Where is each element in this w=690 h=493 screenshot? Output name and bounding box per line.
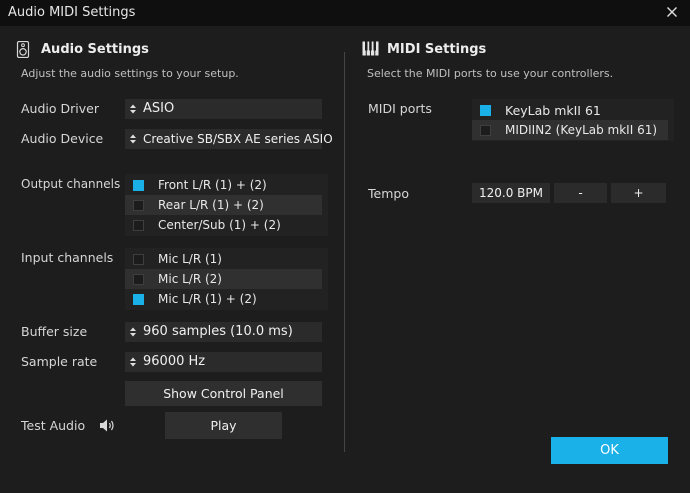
piano-keys-icon <box>362 41 379 56</box>
midi-settings-subtitle: Select the MIDI ports to use your contro… <box>367 67 614 80</box>
output-channel-checkbox-3[interactable] <box>133 220 144 231</box>
output-channel-row[interactable]: Rear L/R (1) + (2) <box>125 195 322 215</box>
audio-driver-label: Audio Driver <box>21 101 99 116</box>
buffer-size-label: Buffer size <box>21 324 88 339</box>
play-button[interactable]: Play <box>165 412 282 439</box>
section-divider <box>344 52 345 452</box>
show-control-panel-button[interactable]: Show Control Panel <box>125 381 322 406</box>
input-channels-label: Input channels <box>21 250 114 265</box>
updown-arrows-icon <box>130 327 136 337</box>
output-channel-row[interactable]: Front L/R (1) + (2) <box>125 175 322 195</box>
input-channel-label-1: Mic L/R (1) <box>158 252 222 266</box>
title-bar: Audio MIDI Settings <box>0 0 690 26</box>
midi-port-label-1: KeyLab mkII 61 <box>505 103 601 118</box>
tempo-increase-button[interactable]: + <box>611 183 666 203</box>
ok-button[interactable]: OK <box>551 437 668 464</box>
input-channel-row[interactable]: Mic L/R (2) <box>125 269 322 289</box>
tempo-label: Tempo <box>368 186 409 201</box>
tempo-value-field[interactable]: 120.0 BPM <box>472 183 550 203</box>
output-channel-label-2: Rear L/R (1) + (2) <box>158 198 264 212</box>
test-audio-label: Test Audio <box>21 418 86 433</box>
output-channels-list: Front L/R (1) + (2) Rear L/R (1) + (2) C… <box>125 174 328 236</box>
speaker-volume-icon <box>100 419 114 432</box>
input-channel-checkbox-2[interactable] <box>133 274 144 285</box>
input-channel-row[interactable]: Mic L/R (1) <box>125 249 322 269</box>
audio-device-value: Creative SB/SBX AE series ASIO <box>143 132 333 146</box>
updown-arrows-icon <box>130 104 136 114</box>
close-icon[interactable] <box>662 2 682 22</box>
sample-rate-value: 96000 Hz <box>143 354 206 369</box>
input-channel-checkbox-3[interactable] <box>133 294 144 305</box>
sample-rate-label: Sample rate <box>21 354 98 369</box>
output-channel-label-3: Center/Sub (1) + (2) <box>158 218 281 232</box>
audio-driver-select[interactable]: ASIO <box>125 99 322 119</box>
midi-port-row[interactable]: KeyLab mkII 61 <box>472 100 668 120</box>
midi-port-row[interactable]: MIDIIN2 (KeyLab mkII 61) <box>472 120 668 140</box>
input-channel-label-3: Mic L/R (1) + (2) <box>158 292 257 306</box>
input-channel-checkbox-1[interactable] <box>133 254 144 265</box>
output-channels-label: Output channels <box>21 177 121 191</box>
midi-port-label-2: MIDIIN2 (KeyLab mkII 61) <box>505 123 658 137</box>
output-channel-row[interactable]: Center/Sub (1) + (2) <box>125 215 322 235</box>
updown-arrows-icon <box>130 357 136 367</box>
output-channel-checkbox-2[interactable] <box>133 200 144 211</box>
input-channel-label-2: Mic L/R (2) <box>158 272 222 286</box>
midi-settings-heading: MIDI Settings <box>387 42 487 57</box>
audio-device-label: Audio Device <box>21 131 104 146</box>
midi-ports-list: KeyLab mkII 61 MIDIIN2 (KeyLab mkII 61) <box>472 99 674 141</box>
audio-settings-subtitle: Adjust the audio settings to your setup. <box>21 67 239 80</box>
tempo-decrease-button[interactable]: - <box>554 183 607 203</box>
midi-ports-label: MIDI ports <box>368 101 432 116</box>
buffer-size-select[interactable]: 960 samples (10.0 ms) <box>125 322 322 342</box>
output-channel-label-1: Front L/R (1) + (2) <box>158 178 267 192</box>
audio-device-select[interactable]: Creative SB/SBX AE series ASIO <box>125 129 333 149</box>
buffer-size-value: 960 samples (10.0 ms) <box>143 324 293 339</box>
speaker-icon <box>16 41 30 58</box>
audio-driver-value: ASIO <box>143 101 175 116</box>
input-channel-row[interactable]: Mic L/R (1) + (2) <box>125 289 322 309</box>
input-channels-list: Mic L/R (1) Mic L/R (2) Mic L/R (1) + (2… <box>125 248 328 310</box>
sample-rate-select[interactable]: 96000 Hz <box>125 352 322 372</box>
updown-arrows-icon <box>130 134 136 144</box>
output-channel-checkbox-1[interactable] <box>133 180 144 191</box>
window-title: Audio MIDI Settings <box>8 5 136 20</box>
audio-settings-heading: Audio Settings <box>41 42 149 57</box>
audio-midi-settings-window: Audio MIDI Settings Audio Settings Adjus… <box>0 0 690 493</box>
midi-port-checkbox-2[interactable] <box>480 125 491 136</box>
midi-port-checkbox-1[interactable] <box>480 105 491 116</box>
